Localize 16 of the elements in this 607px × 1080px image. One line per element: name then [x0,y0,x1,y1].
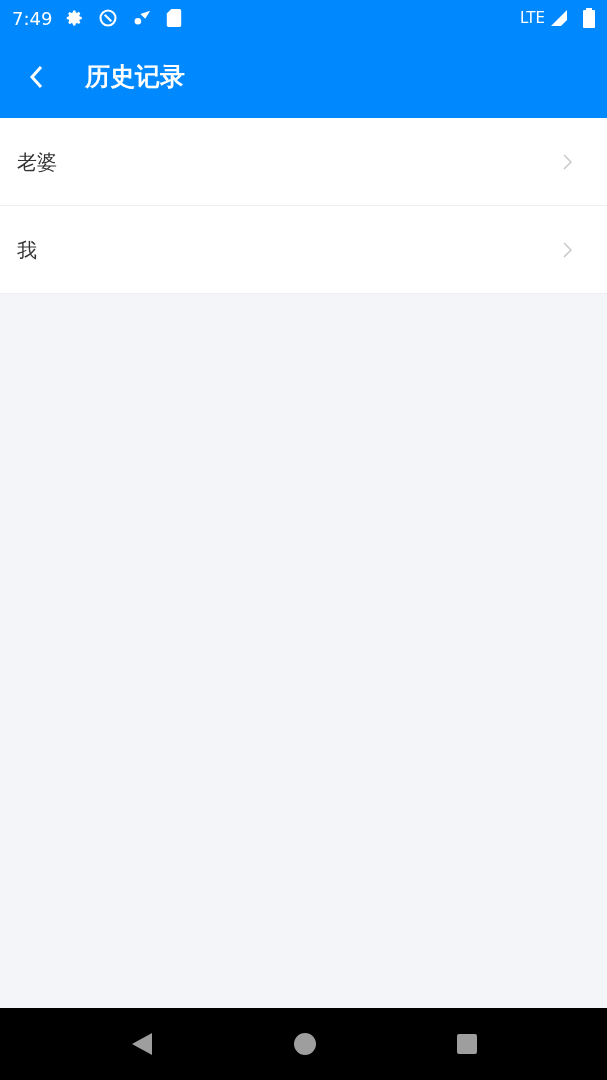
nav-home-icon[interactable] [293,1033,316,1055]
gear-icon [66,9,85,27]
chevron-right-icon [563,241,572,258]
page-title: 历史记录 [85,61,185,94]
list-item[interactable]: 老婆 [0,118,607,206]
list-item[interactable]: 我 [0,206,607,294]
signal-icon [549,8,569,28]
nav-back-icon[interactable] [130,1032,153,1056]
nav-recents-icon[interactable] [456,1034,477,1054]
circle-slash-icon [98,8,119,28]
network-label: LTE [520,7,545,29]
back-icon [29,65,43,89]
chevron-right-icon [563,153,572,170]
sd-card-icon [166,9,183,27]
status-time: 7:49 [12,6,53,31]
battery-icon [583,8,595,28]
